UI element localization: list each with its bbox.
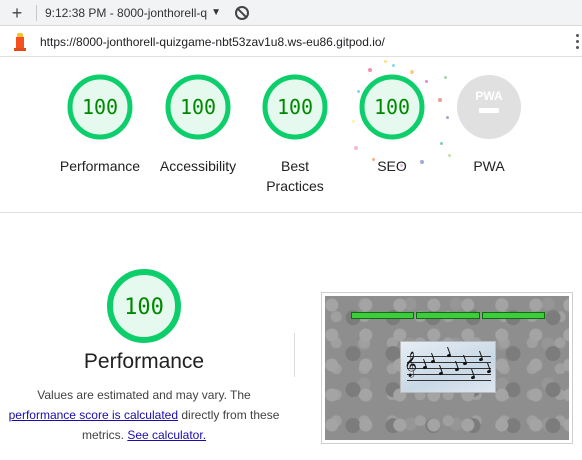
performance-score-link[interactable]: performance score is calculated xyxy=(9,408,178,422)
final-screenshot-thumbnail[interactable]: ​ 𝄞 xyxy=(321,292,573,444)
gauge-seo-ring: 100 xyxy=(359,74,425,140)
toolbar-separator xyxy=(36,4,37,21)
gauge-performance-score: 100 xyxy=(82,95,118,119)
performance-gauge: 100 xyxy=(107,269,181,343)
gauge-accessibility-score: 100 xyxy=(180,95,216,119)
pwa-badge-icon: PWA xyxy=(457,75,521,139)
gauge-best-practices-ring: 100 xyxy=(262,74,328,140)
performance-heading: Performance xyxy=(83,350,205,373)
gauge-pwa[interactable]: PWA PWA xyxy=(439,74,539,176)
pwa-badge-text: PWA xyxy=(475,89,503,103)
vertical-separator xyxy=(294,333,295,377)
browser-toolbar: + 9:12:38 PM - 8000-jonthorell-q ▼ xyxy=(0,0,582,26)
lighthouse-logo-icon xyxy=(13,32,27,51)
gauge-performance[interactable]: 100 Performance xyxy=(50,74,150,176)
screenshot-image: ​ 𝄞 xyxy=(325,296,569,440)
performance-score: 100 xyxy=(124,295,164,320)
screenshot-buttons xyxy=(351,312,545,319)
url-bar: https://8000-jonthorell-quizgame-nbt53za… xyxy=(0,27,582,57)
gauge-seo-score: 100 xyxy=(374,95,410,119)
new-tab-button[interactable]: + xyxy=(6,2,28,24)
gauge-performance-label: Performance xyxy=(59,158,141,174)
report-dropdown-button[interactable]: ▼ xyxy=(211,7,221,18)
section-divider xyxy=(0,212,582,213)
gauge-best-practices[interactable]: 100 Best Practices xyxy=(245,74,345,196)
desc-text-3: metrics. xyxy=(81,428,128,442)
gauge-accessibility[interactable]: 100 Accessibility xyxy=(148,74,248,176)
more-options-icon[interactable] xyxy=(576,34,580,49)
desc-text-1: Values are estimated and may vary. The xyxy=(37,388,251,402)
gauge-accessibility-label: Accessibility xyxy=(159,158,237,174)
music-staff-image: 𝄞 xyxy=(400,341,496,393)
gauge-best-practices-label-line1: Best xyxy=(280,158,309,174)
gauge-best-practices-label-line2: Practices xyxy=(266,178,324,194)
score-gauges: 100 Performance 100 Accessibility 100 Be… xyxy=(0,58,582,212)
desc-text-2: directly from these xyxy=(178,408,280,422)
gauge-best-practices-score: 100 xyxy=(277,95,313,119)
treble-clef-icon: 𝄞 xyxy=(404,352,418,377)
gauge-accessibility-ring: 100 xyxy=(165,74,231,140)
gauge-performance-ring: 100 xyxy=(67,74,133,140)
gauge-seo[interactable]: 100 SEO xyxy=(342,74,442,176)
gauge-best-practices-label: Best Practices xyxy=(245,156,345,196)
report-title: 9:12:38 PM - 8000-jonthorell-q xyxy=(45,5,208,20)
block-icon[interactable] xyxy=(235,5,249,20)
performance-description: Values are estimated and may vary. The p… xyxy=(0,385,288,445)
gauge-seo-label: SEO xyxy=(377,158,407,174)
audited-url[interactable]: https://8000-jonthorell-quizgame-nbt53za… xyxy=(40,35,385,49)
gauge-pwa-label: PWA xyxy=(473,158,505,174)
see-calculator-link[interactable]: See calculator. xyxy=(127,428,206,442)
